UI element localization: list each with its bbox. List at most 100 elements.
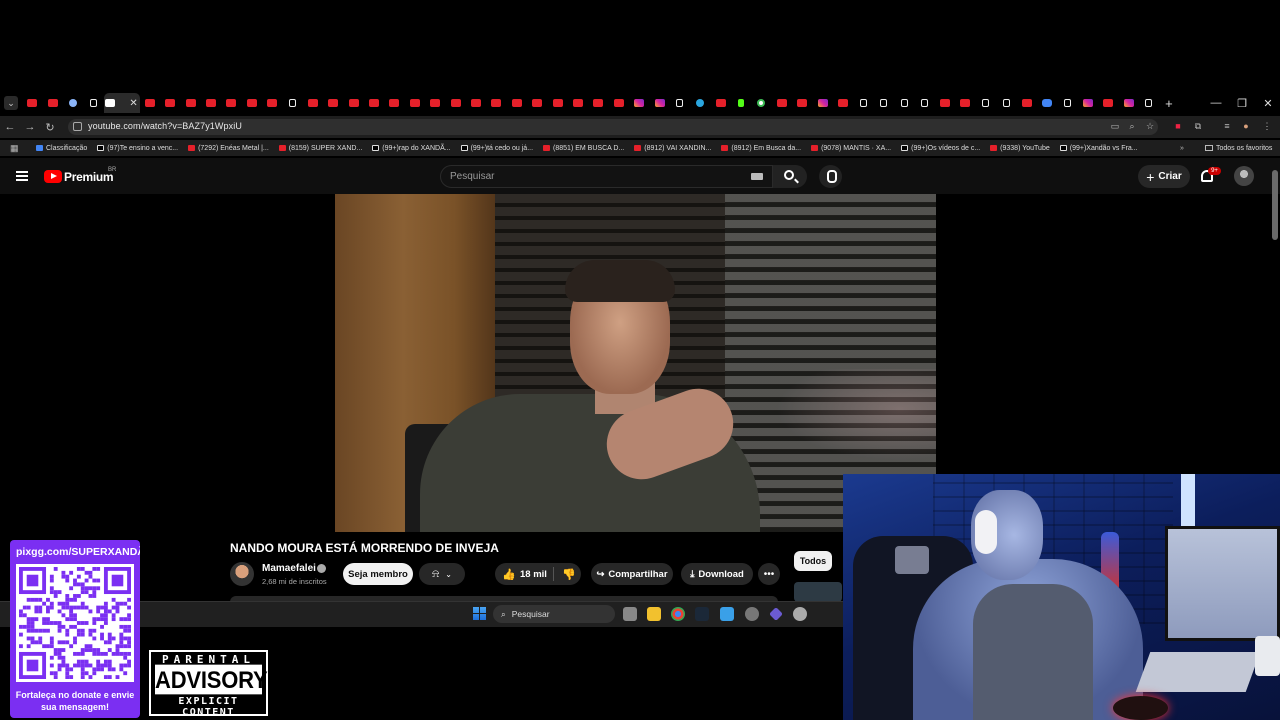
browser-tab[interactable] (935, 93, 955, 113)
taskbar-search[interactable]: ⌕ Pesquisar (493, 605, 615, 623)
browser-tab[interactable] (323, 93, 343, 113)
browser-tab[interactable] (303, 93, 323, 113)
browser-tab[interactable] (1139, 93, 1159, 113)
install-app-icon[interactable]: ▭ (1110, 121, 1120, 131)
browser-tab[interactable] (609, 93, 629, 113)
browser-tab[interactable] (180, 93, 200, 113)
url-text[interactable]: youtube.com/watch?v=BAZ7y1WpxiU (88, 121, 242, 131)
bookmark-item[interactable]: (99+)rap do XANDÃ... (372, 145, 451, 152)
browser-tab[interactable] (1057, 93, 1077, 113)
site-info-icon[interactable] (73, 122, 82, 131)
apps-grid-icon[interactable]: ▦ (10, 143, 24, 154)
bookmark-item[interactable]: (9338) YouTube (990, 145, 1050, 152)
browser-tab[interactable] (384, 93, 404, 113)
like-thumb-icon[interactable]: 👍 (502, 568, 516, 581)
browser-tab[interactable] (711, 93, 731, 113)
browser-tab[interactable] (629, 93, 649, 113)
browser-tab[interactable] (996, 93, 1016, 113)
browser-tab[interactable] (955, 93, 975, 113)
youtube-logo-icon[interactable] (44, 170, 62, 183)
all-favorites-folder[interactable]: Todos os favoritos (1205, 145, 1272, 152)
browser-tab[interactable] (976, 93, 996, 113)
bookmark-item[interactable]: (8912) VAI XANDIN... (634, 145, 711, 152)
browser-tab[interactable] (792, 93, 812, 113)
zoom-icon[interactable]: ⌕ (1127, 121, 1137, 131)
browser-tab[interactable] (547, 93, 567, 113)
scrollbar-thumb[interactable] (1272, 170, 1278, 240)
settings-gear-icon[interactable] (745, 607, 759, 621)
profile-icon[interactable]: ● (1241, 121, 1251, 131)
browser-tab[interactable] (507, 93, 527, 113)
share-button[interactable]: ↪ Compartilhar (591, 563, 673, 585)
bookmark-item[interactable]: (99+)Os vídeos de c... (901, 145, 980, 152)
keyboard-icon[interactable] (751, 173, 763, 180)
bookmark-item[interactable]: (8912) Em Busca da... (721, 145, 801, 152)
close-window-button[interactable]: ✕ (1255, 93, 1280, 113)
photos-icon[interactable] (720, 607, 734, 621)
new-tab-button[interactable]: + (1165, 96, 1173, 111)
browser-tab[interactable] (343, 93, 363, 113)
chrome-icon[interactable] (671, 607, 685, 621)
browser-tab[interactable] (731, 93, 751, 113)
restore-button[interactable]: ❐ (1229, 93, 1255, 113)
reload-icon[interactable]: ↻ (40, 121, 60, 134)
join-member-button[interactable]: Seja membro (343, 563, 413, 585)
browser-tab[interactable] (63, 93, 83, 113)
filter-chip-all[interactable]: Todos (794, 551, 832, 571)
browser-tab[interactable] (853, 93, 873, 113)
browser-menu-icon[interactable]: ⋮ (1262, 121, 1272, 131)
browser-tab[interactable] (22, 93, 42, 113)
browser-tab[interactable] (486, 93, 506, 113)
like-count[interactable]: 18 mil (520, 569, 547, 580)
forward-icon[interactable]: → (20, 121, 40, 133)
task-view-icon[interactable] (623, 607, 637, 621)
browser-tab[interactable] (670, 93, 690, 113)
file-explorer-icon[interactable] (647, 607, 661, 621)
download-button[interactable]: ⤓ Download (681, 563, 753, 585)
browser-tab[interactable] (649, 93, 669, 113)
browser-tab[interactable] (1016, 93, 1036, 113)
browser-tab[interactable] (1098, 93, 1118, 113)
bookmark-item[interactable]: Classificação (36, 145, 87, 152)
browser-tab[interactable] (262, 93, 282, 113)
channel-avatar[interactable] (230, 562, 254, 586)
windows-start-icon[interactable] (473, 607, 486, 620)
hamburger-menu-icon[interactable] (16, 171, 28, 181)
subscribed-button[interactable]: ⍾ ⌄ (419, 563, 465, 585)
channel-name[interactable]: Mamaefalei (262, 563, 316, 574)
browser-tab[interactable] (445, 93, 465, 113)
browser-tab[interactable]: ✕ (103, 93, 140, 113)
bookmark-item[interactable]: (97)Te ensino a venc... (97, 145, 178, 152)
bookmark-item[interactable]: (99+)Xandão vs Fra... (1059, 145, 1138, 152)
browser-tab[interactable] (364, 93, 384, 113)
tab-search-button[interactable]: ⌄ (4, 96, 18, 110)
browser-tab[interactable] (1037, 93, 1057, 113)
browser-tab[interactable] (160, 93, 180, 113)
recommended-video-thumbnail[interactable] (794, 582, 842, 602)
search-button[interactable] (773, 165, 807, 188)
browser-tab[interactable] (1118, 93, 1138, 113)
browser-tab[interactable] (914, 93, 934, 113)
more-actions-button[interactable]: ••• (758, 563, 780, 585)
browser-tab[interactable] (527, 93, 547, 113)
browser-tab[interactable] (425, 93, 445, 113)
browser-tab[interactable] (588, 93, 608, 113)
bookmark-item[interactable]: (7292) Enéas Metal |... (188, 145, 269, 152)
reading-list-icon[interactable]: ≡ (1222, 121, 1232, 131)
browser-tab[interactable] (282, 93, 302, 113)
browser-tab[interactable] (466, 93, 486, 113)
browser-tab[interactable] (874, 93, 894, 113)
browser-tab[interactable] (42, 93, 62, 113)
browser-tab[interactable] (751, 93, 771, 113)
youtube-premium-text[interactable]: Premium (64, 170, 114, 184)
steam-icon[interactable] (695, 607, 709, 621)
browser-tab[interactable] (83, 93, 103, 113)
bookmark-item[interactable]: (99+)tá cedo ou já... (460, 145, 533, 152)
browser-tab[interactable] (221, 93, 241, 113)
minimize-button[interactable]: — (1203, 93, 1229, 113)
close-tab-icon[interactable]: ✕ (129, 98, 137, 109)
bookmark-star-icon[interactable]: ☆ (1145, 121, 1155, 131)
bookmark-item[interactable]: (8159) SUPER XAND... (278, 145, 362, 152)
extensions-puzzle-icon[interactable]: ⧉ (1193, 121, 1203, 131)
bookmarks-overflow-icon[interactable]: » (1180, 145, 1184, 152)
